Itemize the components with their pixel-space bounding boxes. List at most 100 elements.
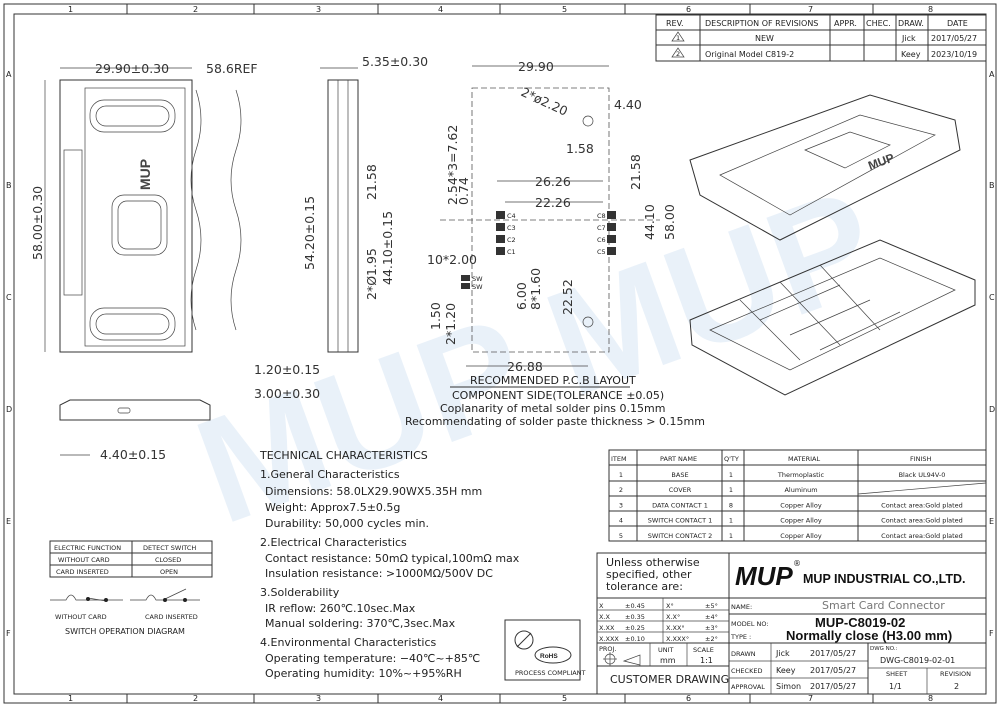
row-e-right: E	[989, 517, 994, 526]
row-f: F	[6, 629, 11, 638]
col-6: 6	[686, 5, 691, 14]
dwg-label: DWG NO.:	[870, 646, 898, 652]
contact-label: C2	[507, 236, 516, 244]
parts-cell: Contact area:Gold plated	[881, 501, 963, 509]
col-3: 3	[316, 5, 321, 14]
tech-line: Operating humidity: 10%~+95%RH	[265, 667, 462, 680]
parts-cell: 1	[729, 532, 733, 540]
parts-cell: 1	[619, 471, 623, 479]
tech-line: Contact resistance: 50mΩ typical,100mΩ m…	[265, 552, 520, 565]
draw-header: DRAW.	[898, 19, 924, 28]
front-logo: MUP	[137, 159, 153, 190]
row-f-right: F	[989, 629, 994, 638]
contact-label: C7	[597, 224, 606, 232]
projection-cone-icon	[622, 654, 641, 666]
revision-table: REV. DESCRIPTION OF REVISIONS APPR. CHEC…	[655, 14, 987, 62]
parts-cell: 8	[729, 501, 733, 509]
tol-cell: X.X	[599, 613, 611, 621]
pcb-dim: 0.74	[456, 177, 471, 205]
col-8-bottom: 8	[928, 694, 933, 703]
switch-cell: CLOSED	[155, 556, 181, 564]
pcb-dim: 1.58	[566, 141, 594, 156]
pcb-dim: 8*1.60	[528, 268, 543, 310]
tech-line: Weight: Approx7.5±0.5g	[265, 501, 400, 514]
tol-cell: ±2°	[705, 635, 718, 643]
contacts-left: C4 C3 C2 C1	[496, 211, 516, 256]
dim-d1: 1.20±0.15	[254, 362, 320, 377]
parts-header: PART NAME	[660, 455, 697, 463]
switch-pad	[461, 283, 470, 289]
parts-cell: 5	[619, 532, 623, 540]
product-name: Smart Card Connector	[822, 599, 945, 612]
row-a: A	[6, 70, 12, 79]
parts-cell: DATA CONTACT 1	[652, 501, 708, 509]
col-5: 5	[562, 5, 567, 14]
dim-pitch: 44.10±0.15	[380, 211, 395, 285]
col-8: 8	[928, 5, 933, 14]
tol-cell: ±5°	[705, 602, 718, 610]
tech-line: Durability: 50,000 cycles min.	[265, 517, 429, 530]
rev-description: Original Model C819-2	[705, 50, 794, 59]
switch-cell: WITHOUT CARD	[58, 556, 110, 564]
parts-cell: 2	[619, 486, 623, 494]
switch-label: SW	[472, 283, 483, 291]
pcb-dim: 29.90	[518, 59, 554, 74]
row-d: D	[6, 405, 12, 414]
dim-d2: 3.00±0.30	[254, 386, 320, 401]
switch-diagram-label: WITHOUT CARD	[55, 613, 107, 621]
col-2: 2	[193, 5, 198, 14]
col-1-bottom: 1	[68, 694, 73, 703]
company-logo: MUP	[735, 561, 793, 591]
parts-cell: 1	[729, 486, 733, 494]
revision-label: REVISION	[940, 670, 971, 678]
approval-role: APPROVAL	[731, 683, 765, 691]
tech-title: TECHNICAL CHARACTERISTICS	[259, 449, 428, 462]
pcb-dim: 10*2.00	[427, 252, 477, 267]
pcb-dim: 6.00	[514, 282, 529, 310]
tech-heading: 3.Solderability	[260, 586, 340, 599]
col-6-bottom: 6	[686, 694, 691, 703]
rev-date: 2023/10/19	[931, 50, 977, 59]
switch-header: ELECTRIC FUNCTION	[54, 544, 121, 552]
pcb-dim: 58.00	[662, 204, 677, 240]
switch-table: ELECTRIC FUNCTION DETECT SWITCH WITHOUT …	[49, 540, 213, 636]
pcb-dim: 21.58	[628, 154, 643, 190]
col-5-bottom: 5	[562, 694, 567, 703]
tol-cell: ±4°	[705, 613, 718, 621]
approval-date: 2017/05/27	[810, 666, 856, 675]
pcb-dim: 26.88	[507, 359, 543, 374]
approval-date: 2017/05/27	[810, 649, 856, 658]
parts-cell: Black UL94V-0	[899, 471, 946, 479]
switch-diagram-label: CARD INSERTED	[145, 613, 198, 621]
switch-label: SW	[472, 275, 483, 283]
switch-diagram-title: SWITCH OPERATION DIAGRAM	[65, 627, 185, 636]
rev-header: REV.	[666, 19, 684, 28]
col-2-bottom: 2	[193, 694, 198, 703]
pcb-subtitle: COMPONENT SIDE(TOLERANCE ±0.05)	[452, 389, 664, 402]
row-e: E	[6, 517, 11, 526]
rev-drawer: Keey	[901, 50, 921, 59]
col-1: 1	[68, 5, 73, 14]
rev-date: 2017/05/27	[931, 34, 977, 43]
row-c: C	[6, 293, 12, 302]
col-3-bottom: 3	[316, 694, 321, 703]
tech-heading: 1.General Characteristics	[260, 468, 400, 481]
tolerance-note: tolerance are:	[606, 580, 683, 593]
parts-cell: Thermoplastic	[777, 471, 825, 479]
tol-cell: X.XXX	[599, 635, 619, 643]
dim-bottom: 4.40±0.15	[100, 447, 166, 462]
registered-mark: ®	[793, 559, 801, 568]
dim-length: 54.20±0.15	[302, 196, 317, 270]
pcb-dim: 22.52	[560, 279, 575, 315]
contact-label: C3	[507, 224, 516, 232]
tech-line: Insulation resistance: >1000MΩ/500V DC	[265, 567, 493, 580]
pcb-dim: 26.26	[535, 174, 571, 189]
parts-header: MATERIAL	[788, 455, 821, 463]
row-a-right: A	[989, 70, 995, 79]
parts-table: ITEM PART NAME Q'TY MATERIAL FINISH	[608, 449, 987, 542]
rev-number: 1	[676, 34, 680, 42]
type-label: TYPE :	[730, 633, 751, 641]
switch-cell: OPEN	[160, 568, 178, 576]
switch-header: DETECT SWITCH	[143, 544, 196, 552]
rohs-badge: RoHS PROCESS COMPLIANT	[504, 619, 586, 681]
